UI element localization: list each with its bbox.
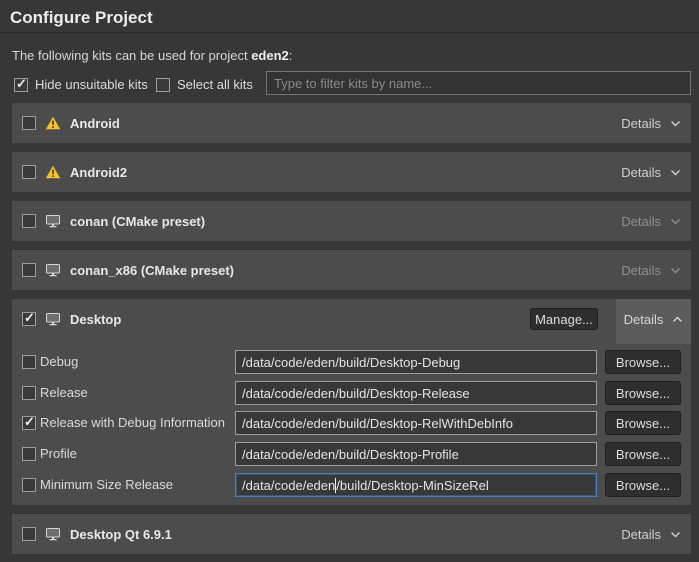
kit-name: conan (CMake preset) (70, 214, 205, 229)
kit-row-conan-x86: conan_x86 (CMake preset) Details (12, 250, 691, 290)
build-config-row-minsizerel: Minimum Size Release /data/code/eden/bui… (12, 473, 691, 497)
path-after-cursor: /build/Desktop-MinSizeRel (336, 478, 488, 493)
kit-filter-input[interactable] (266, 71, 691, 95)
kit-row-android: Android Details (12, 103, 691, 143)
browse-button[interactable]: Browse... (605, 411, 681, 435)
kits-subtitle: The following kits can be used for proje… (12, 48, 292, 63)
details-label: Details (621, 116, 661, 131)
browse-button[interactable]: Browse... (605, 473, 681, 497)
kit-name: Desktop Qt 6.9.1 (70, 527, 172, 542)
chevron-down-icon (670, 218, 681, 225)
subtitle-colon: : (289, 48, 293, 63)
desktop-icon (45, 312, 61, 326)
build-dir-input-focused[interactable]: /data/code/eden/build/Desktop-MinSizeRel (235, 473, 597, 497)
build-dir-input[interactable] (235, 350, 597, 374)
kit-name: conan_x86 (CMake preset) (70, 263, 234, 278)
warning-icon (45, 116, 61, 130)
chevron-down-icon (670, 267, 681, 274)
kit-name: Android2 (70, 165, 127, 180)
config-checkbox[interactable] (22, 447, 36, 461)
config-label: Minimum Size Release (40, 477, 173, 492)
chevron-down-icon (670, 120, 681, 127)
kit-row-desktop-qt: Desktop Qt 6.9.1 Details (12, 514, 691, 554)
kit-panel-desktop: Desktop Manage... Details Debug Browse..… (12, 299, 691, 505)
details-toggle-expanded[interactable]: Details (616, 299, 691, 344)
project-name: eden2 (251, 48, 289, 63)
config-checkbox[interactable] (22, 478, 36, 492)
desktop-icon (45, 263, 61, 277)
details-toggle[interactable]: Details (621, 250, 681, 290)
details-label: Details (621, 165, 661, 180)
path-before-cursor: /data/code/eden (242, 478, 335, 493)
config-label: Debug (40, 354, 78, 369)
details-label: Details (621, 527, 661, 542)
config-label: Release (40, 385, 88, 400)
config-label: Release with Debug Information (40, 415, 225, 430)
build-dir-input[interactable] (235, 442, 597, 466)
kit-checkbox[interactable] (22, 116, 36, 130)
kit-checkbox[interactable] (22, 214, 36, 228)
kit-checkbox[interactable] (22, 263, 36, 277)
kit-checkbox[interactable] (22, 527, 36, 541)
kit-checkbox[interactable] (22, 165, 36, 179)
desktop-icon (45, 214, 61, 228)
chevron-down-icon (670, 531, 681, 538)
config-label: Profile (40, 446, 77, 461)
details-label: Details (621, 214, 661, 229)
select-all-kits-label: Select all kits (177, 77, 253, 92)
browse-button[interactable]: Browse... (605, 350, 681, 374)
hide-unsuitable-kits-checkbox[interactable]: Hide unsuitable kits (14, 77, 148, 92)
kit-row-conan: conan (CMake preset) Details (12, 201, 691, 241)
build-dir-input[interactable] (235, 411, 597, 435)
configure-project-page: { "header": { "title": "Configure Projec… (0, 0, 699, 562)
details-label: Details (624, 312, 664, 327)
build-config-row-relwithdebinfo: Release with Debug Information Browse... (12, 411, 691, 435)
build-config-row-release: Release Browse... (12, 381, 691, 405)
kit-name: Desktop (70, 312, 121, 327)
details-toggle[interactable]: Details (621, 514, 681, 554)
config-checkbox[interactable] (22, 386, 36, 400)
warning-icon (45, 165, 61, 179)
details-toggle[interactable]: Details (621, 103, 681, 143)
page-title: Configure Project (10, 8, 153, 28)
build-dir-input[interactable] (235, 381, 597, 405)
kit-name: Android (70, 116, 120, 131)
desktop-icon (45, 527, 61, 541)
subtitle-text: The following kits can be used for proje… (12, 48, 251, 63)
kit-row-android2: Android2 Details (12, 152, 691, 192)
browse-button[interactable]: Browse... (605, 381, 681, 405)
hide-unsuitable-kits-label: Hide unsuitable kits (35, 77, 148, 92)
details-toggle[interactable]: Details (621, 152, 681, 192)
kit-checkbox[interactable] (22, 312, 36, 326)
browse-button[interactable]: Browse... (605, 442, 681, 466)
chevron-up-icon (672, 316, 683, 323)
config-checkbox[interactable] (22, 355, 36, 369)
checkbox-icon[interactable] (14, 78, 28, 92)
config-checkbox[interactable] (22, 416, 36, 430)
manage-kits-button[interactable]: Manage... (530, 308, 598, 330)
chevron-down-icon (670, 169, 681, 176)
build-config-row-debug: Debug Browse... (12, 350, 691, 374)
select-all-kits-checkbox[interactable]: Select all kits (156, 77, 253, 92)
details-toggle[interactable]: Details (621, 201, 681, 241)
build-config-row-profile: Profile Browse... (12, 442, 691, 466)
title-divider (0, 32, 699, 33)
checkbox-icon[interactable] (156, 78, 170, 92)
details-label: Details (621, 263, 661, 278)
